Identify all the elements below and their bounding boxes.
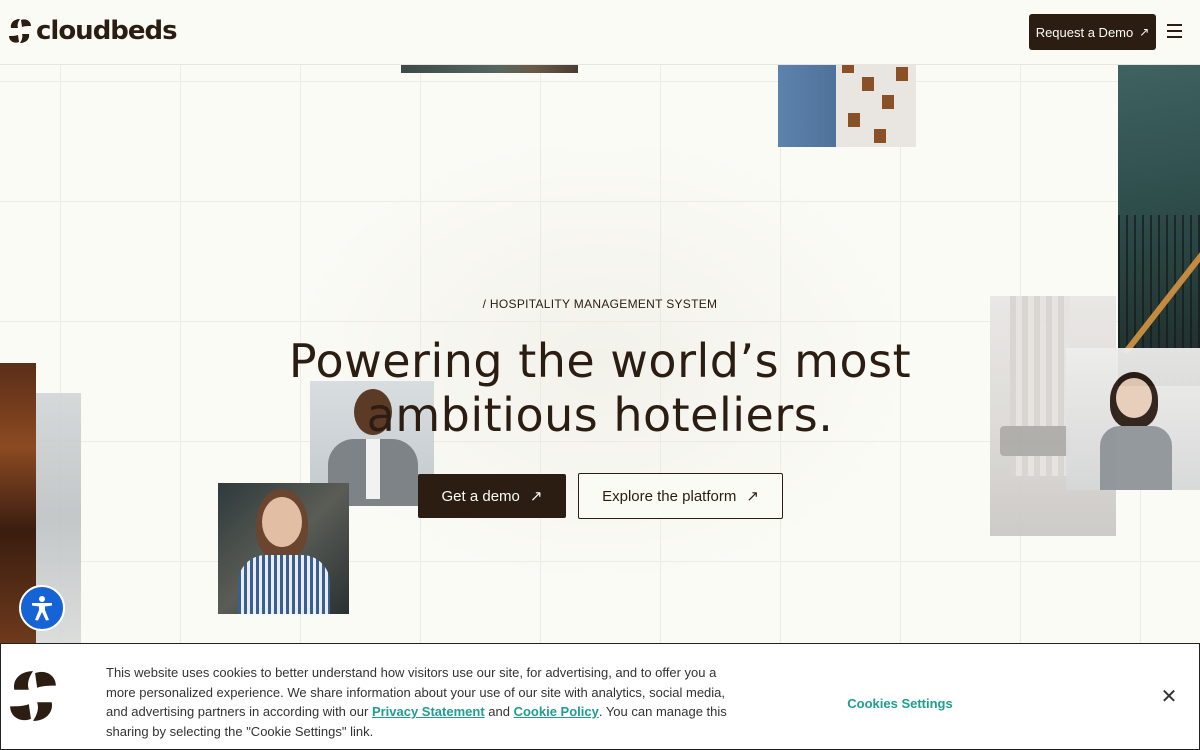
cookie-text: This website uses cookies to better unde… — [106, 663, 731, 741]
cookie-policy-link[interactable]: Cookie Policy — [514, 704, 599, 719]
explore-platform-button[interactable]: Explore the platform ↗ — [578, 473, 783, 519]
photo-smiling-woman — [218, 483, 349, 614]
explore-platform-label: Explore the platform — [602, 487, 737, 505]
cookies-settings-button[interactable]: Cookies Settings — [821, 693, 979, 713]
request-demo-label: Request a Demo — [1035, 24, 1134, 40]
cookie-text-and: and — [484, 704, 514, 719]
cloudbeds-logo[interactable]: cloudbeds — [8, 16, 178, 46]
hero-title-line-2: ambitious hoteliers. — [366, 388, 834, 442]
cloudbeds-logo-icon — [9, 19, 31, 43]
photo-building — [778, 55, 916, 147]
close-icon[interactable]: ✕ — [1157, 684, 1181, 708]
request-demo-button[interactable]: Request a Demo ↗ — [1029, 14, 1156, 50]
accessibility-icon — [32, 596, 52, 621]
arrow-up-right-icon: ↗ — [1139, 25, 1150, 39]
logo-wordmark: cloudbeds — [36, 16, 178, 46]
privacy-statement-link[interactable]: Privacy Statement — [372, 704, 485, 719]
hero-eyebrow: / HOSPITALITY MANAGEMENT SYSTEM — [482, 297, 718, 311]
arrow-up-right-icon: ↗ — [746, 488, 759, 505]
hamburger-menu-icon[interactable] — [1167, 24, 1182, 38]
accessibility-button[interactable] — [19, 585, 65, 631]
hero-title: Powering the world’s most ambitious hote… — [0, 334, 1200, 442]
hero-title-line-1: Powering the world’s most — [288, 334, 912, 388]
cloudbeds-logo-icon — [10, 671, 56, 721]
site-header: cloudbeds Request a Demo ↗ — [0, 0, 1200, 65]
arrow-up-right-icon: ↗ — [529, 488, 543, 505]
get-demo-button[interactable]: Get a demo ↗ — [418, 474, 566, 518]
cookie-banner: This website uses cookies to better unde… — [0, 643, 1200, 750]
get-demo-label: Get a demo — [441, 487, 520, 505]
